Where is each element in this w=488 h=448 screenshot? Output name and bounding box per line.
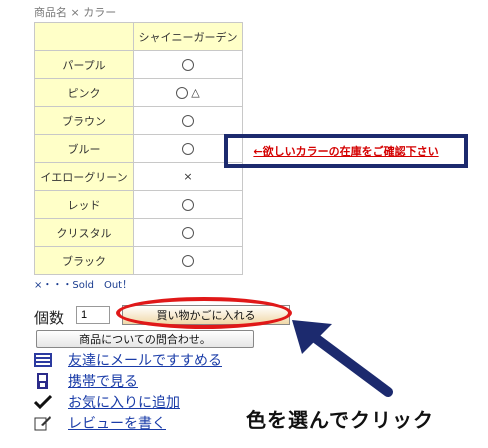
color-name: ピンク <box>34 78 134 107</box>
table-row: ブラウン <box>34 106 243 135</box>
quantity-label: 個数 <box>34 309 65 327</box>
color-radio[interactable] <box>182 115 194 127</box>
link-label[interactable]: レビューを書く <box>68 413 166 433</box>
color-radio[interactable] <box>182 59 194 71</box>
color-name: レッド <box>34 190 134 219</box>
stock-cell <box>133 246 243 275</box>
link-label[interactable]: お気に入りに追加 <box>68 392 180 412</box>
table-header-row: シャイニーガーデン <box>34 22 243 51</box>
color-name: ブラック <box>34 246 134 275</box>
table-row: ピンク △ <box>34 78 243 107</box>
stock-table: シャイニーガーデン パープル ピンク △ ブラウン ブルー イエローグリーン ×… <box>34 22 243 275</box>
color-name: ブラウン <box>34 106 134 135</box>
table-row: ブラック <box>34 246 243 275</box>
low-stock-mark: △ <box>191 86 200 100</box>
mail-list-icon <box>34 352 52 368</box>
soldout-legend: ×・・・Sold Out！ <box>34 280 133 291</box>
table-row: ブルー <box>34 134 243 163</box>
table-row: レッド <box>34 190 243 219</box>
quantity-input[interactable] <box>76 306 110 324</box>
product-color-header: 商品名 × カラー <box>34 6 117 19</box>
stock-annotation-text: ←欲しいカラーの在庫をご確認下さい <box>253 145 439 158</box>
product-inquiry-button[interactable]: 商品についての問合わせ。 <box>36 330 254 348</box>
pencil-note-icon <box>34 415 52 431</box>
color-name: パープル <box>34 50 134 79</box>
link-mobile[interactable]: 携帯で見る <box>34 371 138 391</box>
color-radio[interactable] <box>182 143 194 155</box>
stock-cell <box>133 106 243 135</box>
stock-cell <box>133 218 243 247</box>
color-name: イエローグリーン <box>34 162 134 191</box>
stock-cell <box>133 50 243 79</box>
color-name: ブルー <box>34 134 134 163</box>
color-name: クリスタル <box>34 218 134 247</box>
stock-cell <box>133 190 243 219</box>
color-radio[interactable] <box>176 86 189 99</box>
variant-header: シャイニーガーデン <box>133 22 243 51</box>
mobile-icon <box>34 373 52 389</box>
stock-cell: △ <box>133 78 243 107</box>
link-label[interactable]: 携帯で見る <box>68 371 138 391</box>
instruction-caption: 色を選んでクリック <box>246 408 434 432</box>
table-row: パープル <box>34 50 243 79</box>
pointer-arrow-icon <box>292 320 393 397</box>
link-favorites[interactable]: お気に入りに追加 <box>33 392 180 412</box>
color-radio[interactable] <box>182 255 194 267</box>
stock-annotation-box: ←欲しいカラーの在庫をご確認下さい <box>224 134 468 168</box>
table-row: イエローグリーン × <box>34 162 243 191</box>
table-corner-cell <box>34 22 134 51</box>
color-radio[interactable] <box>182 199 194 211</box>
link-review[interactable]: レビューを書く <box>34 413 166 433</box>
add-to-cart-button[interactable]: 買い物かごに入れる <box>122 305 290 325</box>
link-label[interactable]: 友達にメールですすめる <box>68 350 222 370</box>
checkmark-icon <box>33 394 53 410</box>
table-row: クリスタル <box>34 218 243 247</box>
sold-out-mark: × <box>183 170 193 183</box>
color-radio[interactable] <box>182 227 194 239</box>
link-mail-friend[interactable]: 友達にメールですすめる <box>34 350 222 370</box>
